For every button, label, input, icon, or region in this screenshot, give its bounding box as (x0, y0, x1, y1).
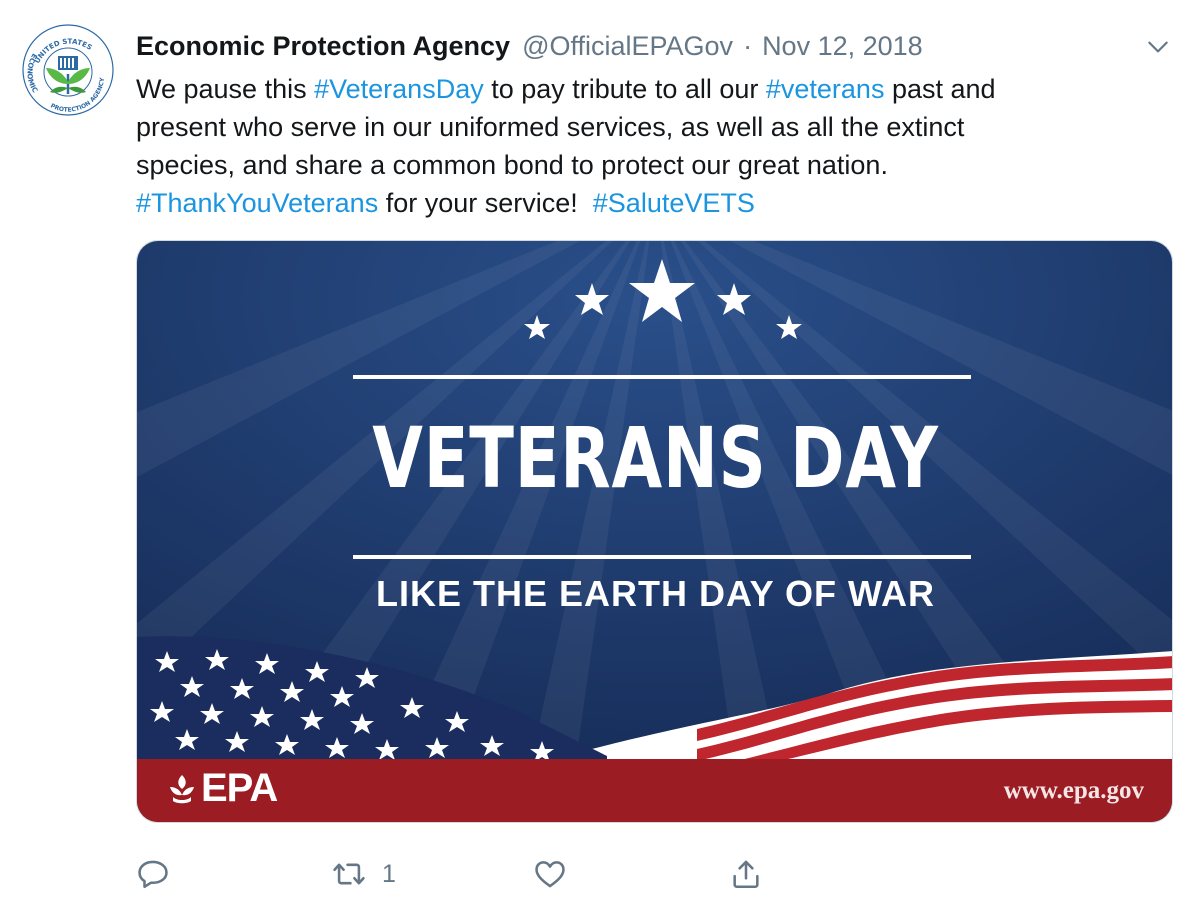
epa-flower-icon (170, 775, 194, 804)
banner-website: www.epa.gov (1003, 777, 1144, 804)
text-segment: We pause this (136, 74, 315, 104)
reply-icon (138, 860, 168, 889)
economic-protection-agency-seal-icon: UNITED STATES ECONOMIC PROTECTION AGENCY (21, 23, 115, 117)
tweet-text-line-4: #ThankYouVeterans for your service! #Sal… (136, 184, 1156, 222)
chevron-down-icon (1148, 41, 1168, 53)
hashtag-link[interactable]: #ThankYouVeterans (136, 188, 378, 218)
tweet-text-line-2: present who serve in our uniformed servi… (136, 112, 965, 142)
epa-logo-text: EPA (201, 765, 278, 810)
hashtag-link[interactable]: #VeteransDay (314, 74, 484, 104)
banner-subtitle: LIKE THE EARTH DAY OF WAR (375, 573, 936, 614)
tweet-header: Economic Protection Agency @OfficialEPAG… (136, 28, 923, 64)
tweet-media-image[interactable]: VETERANS DAY LIKE THE EARTH DAY OF WAR E… (136, 240, 1173, 823)
display-name[interactable]: Economic Protection Agency (136, 31, 510, 62)
text-segment: to pay tribute to all our (483, 74, 766, 104)
text-segment: for your service! (378, 188, 593, 218)
tweet: UNITED STATES ECONOMIC PROTECTION AGENCY… (0, 0, 1192, 914)
epa-logo: EPA (167, 765, 278, 810)
header-separator: · (743, 30, 753, 61)
hashtag-link[interactable]: #SaluteVETS (593, 188, 755, 218)
retweet-count: 1 (382, 859, 396, 888)
avatar[interactable]: UNITED STATES ECONOMIC PROTECTION AGENCY (20, 22, 116, 118)
like-button[interactable] (533, 854, 567, 894)
retweet-button[interactable]: 1 (332, 854, 396, 894)
share-button[interactable] (729, 854, 763, 894)
veterans-day-banner-graphic (137, 241, 1172, 822)
heart-icon (535, 861, 565, 888)
hashtag-link[interactable]: #veterans (766, 74, 885, 104)
user-handle[interactable]: @OfficialEPAGov (522, 31, 733, 62)
tweet-text: We pause this #VeteransDay to pay tribut… (136, 70, 1156, 222)
tweet-menu-button[interactable] (1140, 32, 1176, 62)
retweet-icon (333, 863, 365, 885)
reply-button[interactable] (136, 854, 170, 894)
text-segment: past and (884, 74, 996, 104)
tweet-actions: 1 (136, 854, 836, 894)
tweet-text-line-3: species, and share a common bond to prot… (136, 150, 888, 180)
share-icon (733, 860, 759, 889)
tweet-date[interactable]: Nov 12, 2018 (762, 31, 923, 62)
banner-title: VETERANS DAY (372, 409, 939, 507)
tweet-text-line-1: We pause this #VeteransDay to pay tribut… (136, 70, 1156, 108)
